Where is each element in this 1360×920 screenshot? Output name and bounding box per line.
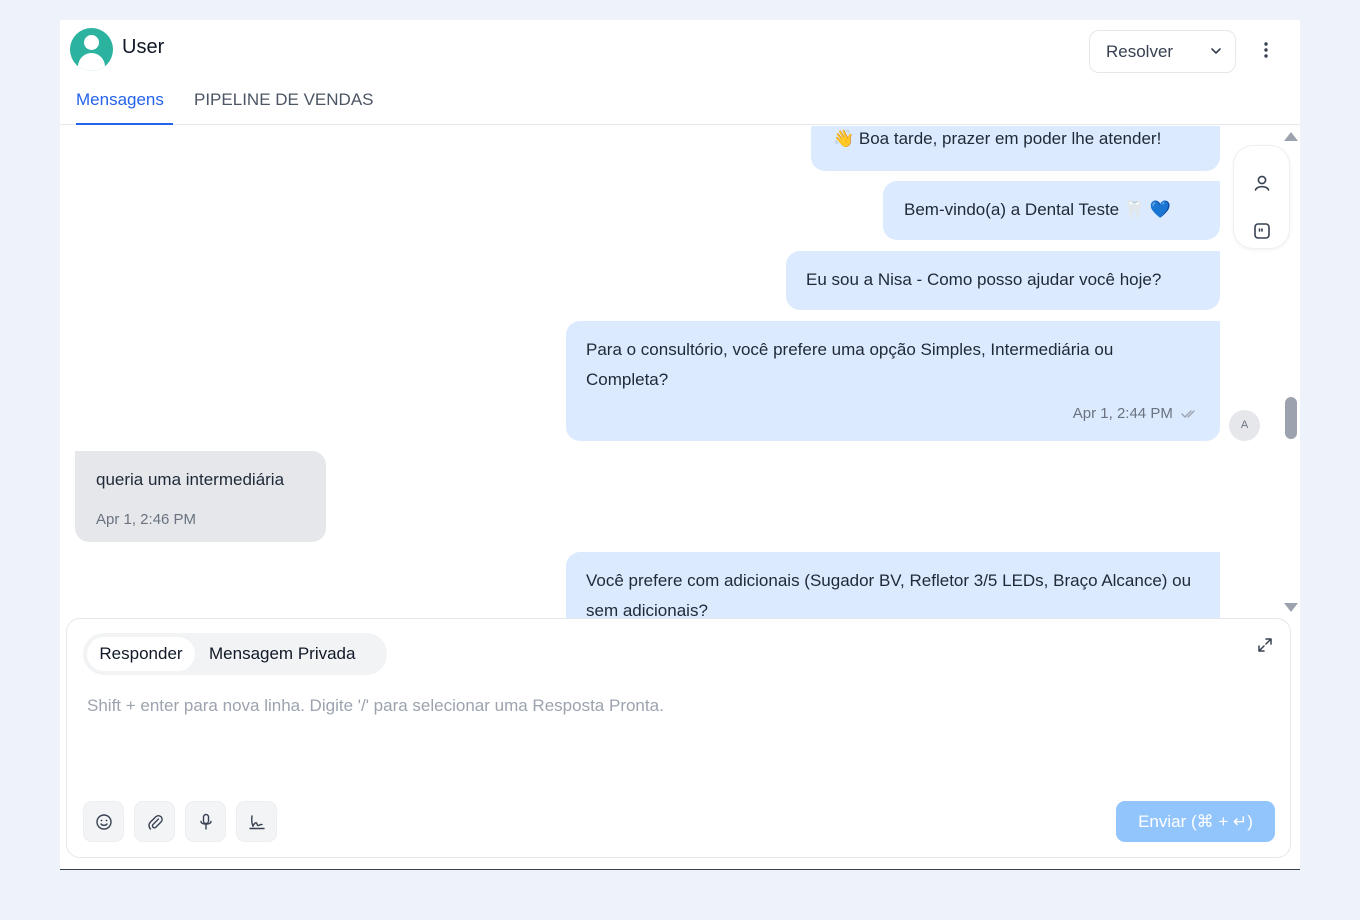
message-bubble-outgoing: Você prefere com adicionais (Sugador BV,… — [566, 552, 1220, 618]
conversation-window: User Resolver Mensagens PIPELINE DE VEND… — [60, 20, 1300, 870]
message-meta: Apr 1, 2:44 PM — [1073, 399, 1198, 429]
message-text: Você prefere com adicionais (Sugador BV,… — [586, 571, 1192, 618]
message-text: 👋 Boa tarde, prazer em poder lhe atender… — [833, 129, 1162, 148]
sender-avatar: A — [1229, 410, 1260, 441]
message-bubble-outgoing: 👋 Boa tarde, prazer em poder lhe atender… — [811, 126, 1220, 171]
quote-icon[interactable] — [1252, 221, 1272, 241]
contact-name: User — [122, 36, 165, 58]
message-text: Para o consultório, você prefere uma opç… — [586, 340, 1114, 389]
expand-icon[interactable] — [1255, 635, 1275, 655]
chevron-down-icon — [1211, 48, 1221, 54]
microphone-icon — [200, 813, 212, 830]
conversation-header: User Resolver Mensagens PIPELINE DE VEND… — [60, 20, 1300, 125]
active-tab-indicator — [76, 123, 173, 125]
message-timestamp: Apr 1, 2:44 PM — [1072, 405, 1173, 422]
user-avatar-icon[interactable] — [70, 28, 113, 71]
private-note-mode-button[interactable]: Mensagem Privada — [209, 637, 355, 671]
side-actions-panel — [1233, 145, 1290, 249]
signature-button[interactable] — [236, 801, 277, 842]
message-text: Eu sou a Nisa - Como posso ajudar você h… — [806, 270, 1162, 289]
tab-mensagens-label: Mensagens — [76, 90, 164, 109]
resolve-button[interactable]: Resolver — [1089, 30, 1236, 73]
message-bubble-outgoing: Eu sou a Nisa - Como posso ajudar você h… — [786, 251, 1220, 310]
paperclip-icon — [148, 814, 163, 830]
reply-composer: Responder Mensagem Privada Enviar (⌘ + ↵… — [66, 618, 1291, 858]
user-icon[interactable] — [1252, 173, 1272, 193]
tab-pipeline-label: PIPELINE DE VENDAS — [194, 90, 374, 109]
message-bubble-outgoing: Bem-vindo(a) a Dental Teste 🦷 💙 — [883, 181, 1220, 240]
message-text: queria uma intermediária — [96, 470, 285, 489]
emoji-icon — [96, 814, 112, 830]
scroll-down-arrow[interactable] — [1284, 603, 1298, 612]
voice-record-button[interactable] — [185, 801, 226, 842]
double-check-icon — [1181, 410, 1195, 418]
message-timestamp: Apr 1, 2:46 PM — [96, 511, 197, 528]
tab-pipeline-de-vendas[interactable]: PIPELINE DE VENDAS — [194, 90, 374, 110]
message-bubble-outgoing: Para o consultório, você prefere uma opç… — [566, 321, 1220, 441]
more-options-icon[interactable] — [1256, 38, 1276, 62]
tab-mensagens[interactable]: Mensagens — [76, 90, 173, 125]
emoji-button[interactable] — [83, 801, 124, 842]
send-button[interactable]: Enviar (⌘ + ↵) — [1116, 801, 1275, 842]
reply-mode-button[interactable]: Responder — [87, 637, 195, 671]
message-bubble-incoming: queria uma intermediária Apr 1, 2:46 PM — [75, 451, 326, 542]
reply-mode-toggle: Responder Mensagem Privada — [83, 633, 387, 675]
message-input[interactable] — [87, 696, 1272, 796]
message-text: Bem-vindo(a) a Dental Teste 🦷 💙 — [904, 200, 1171, 219]
resolve-button-label: Resolver — [1106, 42, 1174, 61]
attach-button[interactable] — [134, 801, 175, 842]
message-list[interactable]: 👋 Boa tarde, prazer em poder lhe atender… — [60, 126, 1300, 618]
signature-icon — [249, 815, 265, 830]
scroll-up-arrow[interactable] — [1284, 132, 1298, 141]
scrollbar-thumb[interactable] — [1285, 397, 1297, 439]
